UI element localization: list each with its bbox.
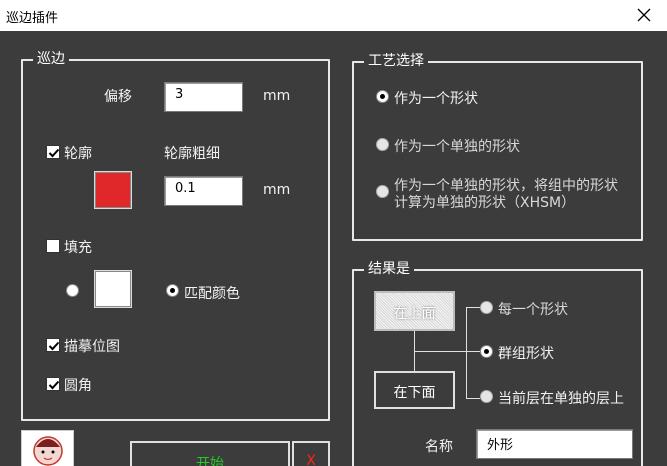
- border-group-legend: 巡边: [33, 50, 69, 68]
- dialog-body: 巡边 偏移 3 mm 轮廓 轮廓粗细 0.1 mm 填充 匹配颜色 描摹位图 圆…: [0, 31, 667, 466]
- result-option-label: 每一个形状: [498, 302, 568, 318]
- connector-line: [466, 307, 480, 308]
- close-window-icon[interactable]: [635, 6, 653, 24]
- process-option-radio[interactable]: [376, 90, 389, 103]
- outline-color-swatch[interactable]: [94, 171, 132, 209]
- outline-label: 轮廓: [64, 146, 92, 162]
- logo-image[interactable]: [21, 430, 74, 466]
- result-option-label: 当前层在单独的层上: [498, 391, 624, 407]
- connector-line: [466, 398, 480, 399]
- name-input[interactable]: 外形: [476, 429, 633, 459]
- start-button[interactable]: 开始: [130, 441, 290, 466]
- thickness-label: 轮廓粗细: [164, 146, 220, 162]
- above-button-label: 在上面: [393, 306, 436, 322]
- fill-color-radio[interactable]: [66, 284, 79, 297]
- process-group-legend: 工艺选择: [364, 52, 428, 70]
- trace-bitmap-checkbox[interactable]: [46, 338, 60, 352]
- above-button[interactable]: 在上面: [374, 291, 455, 331]
- trace-bitmap-label: 描摹位图: [64, 339, 120, 355]
- below-button-label: 在下面: [393, 385, 436, 401]
- connector-line: [466, 307, 467, 399]
- offset-input[interactable]: 3: [164, 82, 243, 112]
- name-label: 名称: [425, 439, 453, 455]
- match-color-label: 匹配颜色: [184, 286, 240, 302]
- below-button[interactable]: 在下面: [374, 371, 455, 409]
- thickness-unit: mm: [263, 182, 291, 198]
- round-corner-checkbox[interactable]: [46, 377, 60, 391]
- outline-checkbox[interactable]: [46, 145, 60, 159]
- thickness-input[interactable]: 0.1: [164, 176, 243, 206]
- fill-color-swatch[interactable]: [94, 270, 132, 308]
- result-option-label: 群组形状: [498, 346, 554, 362]
- start-button-label: 开始: [196, 456, 224, 466]
- process-option-label: 作为一个单独的形状: [394, 139, 520, 155]
- fill-label: 填充: [64, 240, 92, 256]
- process-option-label: 作为一个形状: [394, 91, 478, 107]
- cancel-button[interactable]: X: [292, 441, 330, 466]
- result-group-legend: 结果是: [364, 260, 414, 278]
- check-icon: [48, 341, 60, 351]
- fill-checkbox[interactable]: [46, 239, 60, 253]
- process-option-radio[interactable]: [376, 138, 389, 151]
- mascot-icon: [33, 436, 63, 466]
- offset-label: 偏移: [104, 89, 132, 105]
- result-option-radio[interactable]: [480, 301, 493, 314]
- connector-line: [414, 351, 466, 352]
- window-title: 巡边插件: [6, 11, 59, 26]
- match-color-radio[interactable]: [166, 284, 179, 297]
- result-option-radio[interactable]: [480, 390, 493, 403]
- process-option-label-cont: 计算为单独的形状（XHSM）: [394, 195, 576, 211]
- check-icon: [48, 148, 60, 158]
- check-icon: [48, 380, 60, 390]
- offset-unit: mm: [263, 88, 291, 104]
- cancel-button-label: X: [306, 453, 316, 466]
- round-corner-label: 圆角: [64, 378, 92, 394]
- result-option-radio[interactable]: [480, 345, 493, 358]
- process-option-radio[interactable]: [376, 185, 389, 198]
- connector-line: [466, 351, 480, 352]
- title-bar: 巡边插件: [0, 0, 667, 31]
